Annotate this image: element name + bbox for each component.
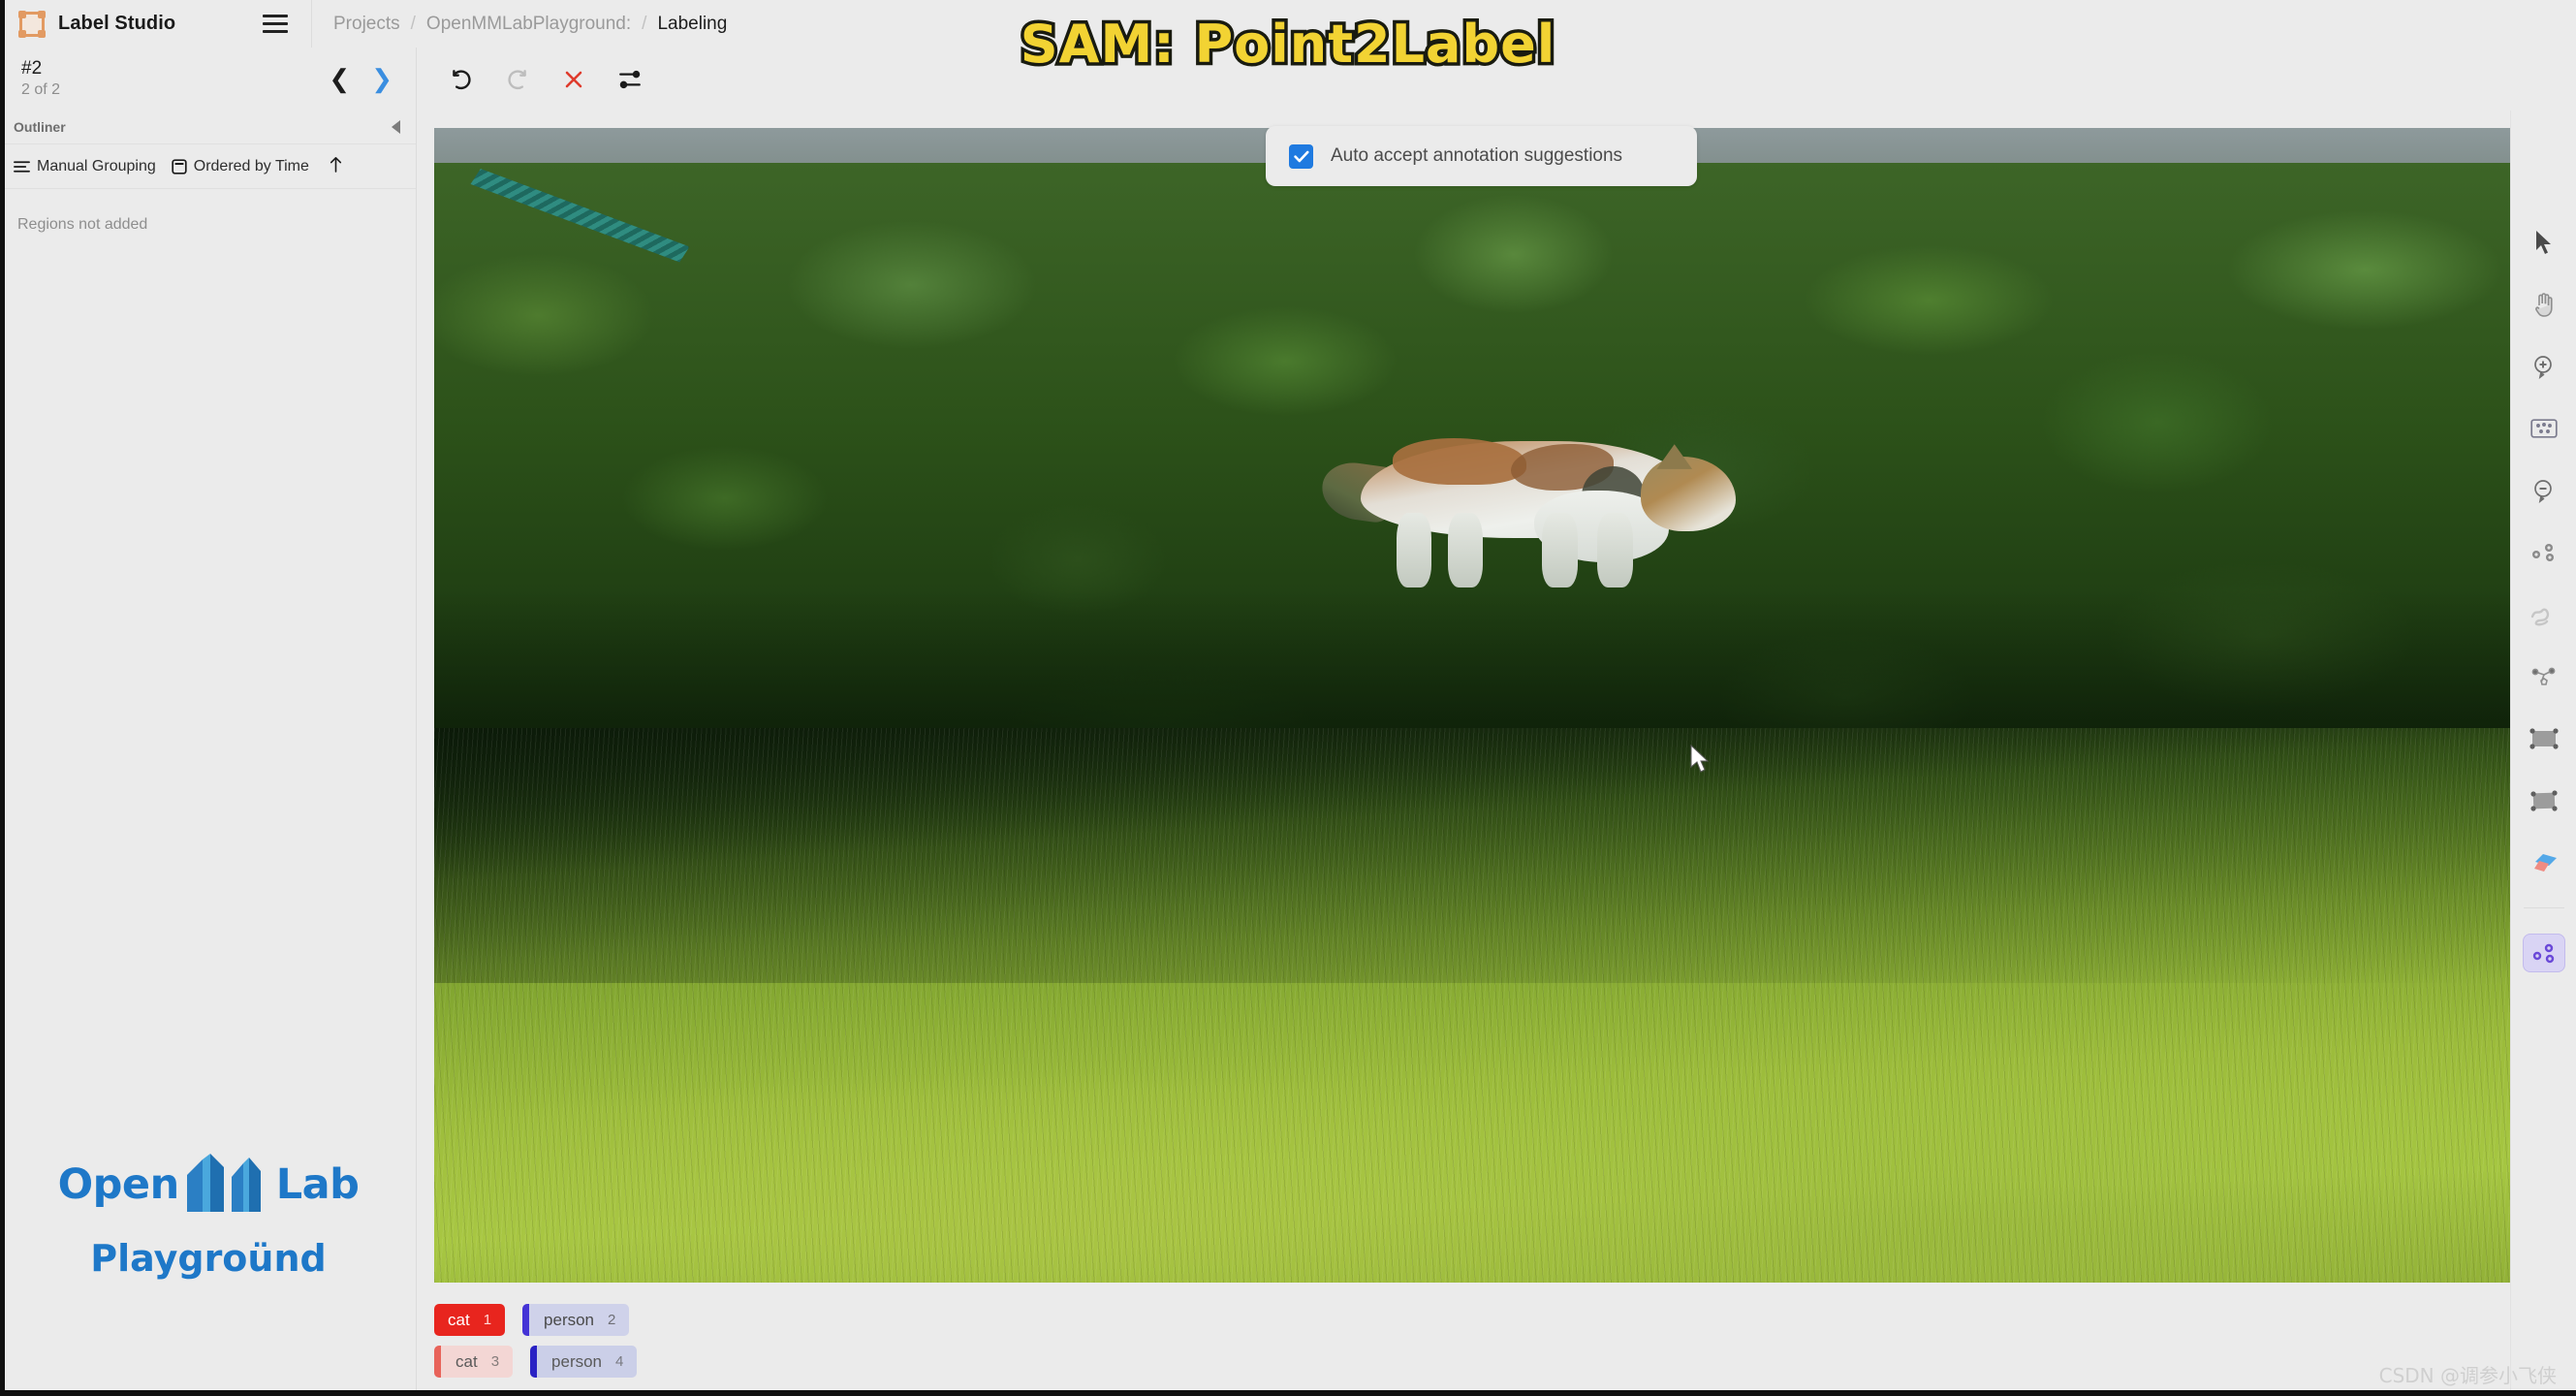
grouping-lines-icon xyxy=(14,160,30,174)
breadcrumb-separator: / xyxy=(410,13,416,34)
left-edge xyxy=(0,0,5,1396)
openmmlab-wordmark: Open Lab xyxy=(57,1154,360,1212)
ordering-selector[interactable]: Ordered by Time xyxy=(172,158,309,175)
collapse-left-icon[interactable] xyxy=(392,120,400,134)
arrow-up-icon[interactable] xyxy=(329,156,343,177)
task-navigation-bar: #2 2 of 2 ❮ ❯ xyxy=(0,48,417,111)
left-sidebar: Outliner Manual Grouping Ordered by Time… xyxy=(0,111,417,1396)
label-color-bar xyxy=(530,1346,538,1378)
undo-button[interactable] xyxy=(447,65,476,94)
outliner-controls: Manual Grouping Ordered by Time xyxy=(0,144,416,189)
top-header: Label Studio Projects / OpenMMLabPlaygro… xyxy=(0,0,2576,48)
bottom-edge xyxy=(0,1390,2576,1396)
label-row: cat 3 person 4 xyxy=(434,1346,638,1378)
brush-tool[interactable] xyxy=(2523,595,2565,634)
breadcrumb-separator: / xyxy=(642,13,647,34)
breadcrumb-item-labeling: Labeling xyxy=(657,13,728,34)
annotated-photo xyxy=(434,128,2510,1283)
settings-button[interactable] xyxy=(615,65,644,94)
magic-keypoints-tool[interactable] xyxy=(2522,934,2565,972)
brand-name: Label Studio xyxy=(58,13,176,34)
openmmlab-prefix: Open xyxy=(57,1160,180,1209)
watermark: CSDN @调参小飞侠 xyxy=(2378,1364,2557,1387)
auto-accept-label: Auto accept annotation suggestions xyxy=(1331,145,1623,166)
grouping-selector[interactable]: Manual Grouping xyxy=(14,158,156,175)
annotation-toolbar xyxy=(418,48,644,111)
zoom-in-tool[interactable] xyxy=(2523,347,2565,386)
outliner-header: Outliner xyxy=(0,111,416,144)
pan-tool[interactable] xyxy=(2523,285,2565,324)
chevron-left-icon[interactable]: ❮ xyxy=(329,67,350,92)
auto-accept-panel: Auto accept annotation suggestions xyxy=(1266,126,1697,186)
brand-area: Label Studio xyxy=(0,0,312,48)
rectangle-tool[interactable] xyxy=(2523,719,2565,758)
cursor-tool[interactable] xyxy=(2523,223,2565,262)
label-palette: cat 1 person 2 cat 3 person 4 xyxy=(434,1304,638,1378)
label-studio-frame-icon xyxy=(18,10,46,38)
task-nav-buttons: ❮ ❯ xyxy=(329,67,393,92)
grass-texture xyxy=(434,728,2510,1283)
label-hotkey: 4 xyxy=(615,1353,624,1370)
image-canvas[interactable] xyxy=(434,128,2510,1283)
outliner-empty-message: Regions not added xyxy=(17,216,148,233)
chevron-right-icon[interactable]: ❯ xyxy=(371,67,393,92)
label-cat-3[interactable]: cat 3 xyxy=(434,1346,514,1378)
label-hotkey: 2 xyxy=(608,1312,616,1328)
label-person-2[interactable]: person 2 xyxy=(522,1304,630,1336)
label-row: cat 1 person 2 xyxy=(434,1304,637,1336)
label-person-4[interactable]: person 4 xyxy=(530,1346,638,1378)
label-studio-app: Label Studio Projects / OpenMMLabPlaygro… xyxy=(0,0,2576,1396)
fit-tool[interactable] xyxy=(2523,409,2565,448)
label-text: person xyxy=(551,1351,603,1371)
mouse-pointer-icon xyxy=(1689,744,1711,774)
openmmlab-suffix: Lab xyxy=(275,1160,360,1209)
delete-button[interactable] xyxy=(559,65,588,94)
zoom-out-tool[interactable] xyxy=(2523,471,2565,510)
grouping-label: Manual Grouping xyxy=(37,157,156,174)
label-text: person xyxy=(544,1310,595,1329)
polygon-tool[interactable] xyxy=(2523,657,2565,696)
right-tool-panel xyxy=(2510,111,2576,1396)
label-color-bar xyxy=(434,1346,441,1378)
grass-region xyxy=(434,728,2510,1283)
task-id-number: #2 xyxy=(21,58,43,79)
ordering-label: Ordered by Time xyxy=(193,157,309,174)
breadcrumb: Projects / OpenMMLabPlayground: / Labeli… xyxy=(312,0,727,48)
label-cat-1[interactable]: cat 1 xyxy=(434,1304,506,1336)
breadcrumb-item-project[interactable]: OpenMMLabPlayground: xyxy=(426,14,631,35)
label-hotkey: 3 xyxy=(490,1353,500,1370)
playground-wordmark: Playgroünd xyxy=(90,1237,327,1280)
label-hotkey: 1 xyxy=(483,1312,492,1328)
mm-mountain-icon xyxy=(181,1154,274,1212)
label-text: cat xyxy=(448,1310,470,1329)
openmmlab-logo: Open Lab Playgroünd xyxy=(0,1154,417,1280)
keypoint-tool[interactable] xyxy=(2523,533,2565,572)
rectangle3-tool[interactable] xyxy=(2523,781,2565,820)
label-color-bar xyxy=(522,1304,530,1336)
tool-divider xyxy=(2523,907,2564,908)
hamburger-menu-icon[interactable] xyxy=(263,15,288,33)
cat-subject xyxy=(1317,423,1736,588)
redo-button[interactable] xyxy=(503,65,532,94)
breadcrumb-item-projects[interactable]: Projects xyxy=(333,14,400,35)
auto-accept-checkbox[interactable] xyxy=(1289,143,1313,169)
task-identifier: #2 2 of 2 xyxy=(0,58,60,99)
task-position: 2 of 2 xyxy=(21,81,61,99)
outliner-title: Outliner xyxy=(14,119,66,135)
eraser-tool[interactable] xyxy=(2523,843,2565,882)
label-text: cat xyxy=(456,1351,478,1371)
ordering-box-icon xyxy=(172,158,187,174)
